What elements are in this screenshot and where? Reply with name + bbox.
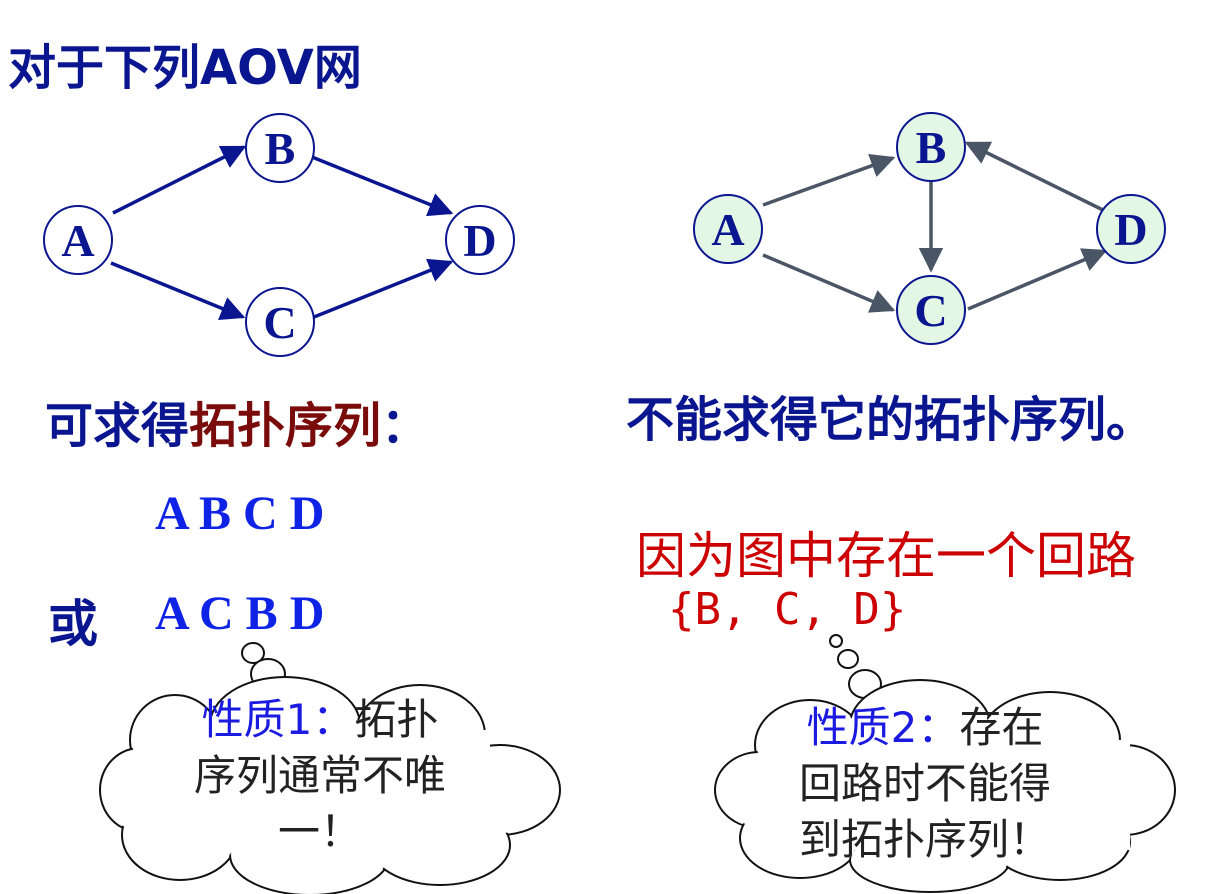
edge-d-b-right — [964, 141, 1104, 212]
cycle-reason: 因为图中存在一个回路 — [636, 527, 1136, 585]
caption-suffix: ： — [381, 398, 430, 454]
edge-a-b — [112, 145, 247, 215]
svg-text:A: A — [61, 215, 94, 266]
property-2-line-1: 性质2：存在 — [760, 700, 1090, 756]
caption-highlight: 拓扑序列 — [189, 398, 382, 454]
property-2-tag: 性质2： — [806, 703, 960, 752]
svg-text:D: D — [1114, 204, 1147, 255]
edge-a-c — [110, 261, 246, 320]
node-b-right: B — [896, 112, 966, 182]
svg-text:C: C — [263, 297, 296, 348]
edge-c-d-right — [967, 248, 1108, 311]
node-c-right: C — [896, 275, 966, 345]
right-caption: 不能求得它的拓扑序列。 — [626, 392, 1155, 448]
property-2-line-2: 回路时不能得 — [798, 759, 1051, 808]
node-d-right: D — [1096, 194, 1166, 264]
node-a-right: A — [693, 194, 763, 264]
topological-sequence-1: A B C D — [155, 487, 325, 540]
property-1-text-1: 拓扑 — [354, 695, 439, 744]
right-graph: A B C D — [693, 112, 1166, 345]
caption-prefix: 可求得 — [45, 398, 190, 454]
cycle-set: {B, C, D} — [668, 584, 907, 635]
svg-text:B: B — [265, 123, 296, 174]
property-1-line-1: 性质1：拓扑 — [160, 692, 480, 748]
node-d: D — [445, 205, 515, 275]
property-1-line-3: 一！ — [277, 807, 362, 856]
property-1-tag: 性质1： — [201, 695, 355, 744]
node-b: B — [245, 113, 315, 183]
edge-b-d — [311, 155, 454, 217]
left-caption: 可求得拓扑序列： — [45, 386, 429, 456]
node-a: A — [43, 205, 113, 275]
edge-a-b-right — [762, 153, 896, 207]
topological-sequence-2: A C B D — [155, 587, 325, 640]
svg-text:C: C — [914, 285, 947, 336]
edge-c-d — [313, 258, 454, 319]
property-2-text-1: 存在 — [959, 703, 1044, 752]
svg-text:A: A — [711, 204, 744, 255]
property-1-note: 性质1：拓扑 序列通常不唯 一！ — [160, 692, 480, 860]
svg-text:B: B — [916, 122, 947, 173]
property-1-line-2: 序列通常不唯 — [193, 751, 446, 800]
left-graph: A B C D — [43, 113, 515, 357]
property-2-line-3: 到拓扑序列！ — [798, 815, 1051, 864]
node-c: C — [245, 287, 315, 357]
edge-a-c-right — [762, 253, 896, 313]
svg-text:D: D — [463, 215, 496, 266]
or-label: 或 — [48, 595, 98, 653]
property-2-note: 性质2：存在 回路时不能得 到拓扑序列！ — [760, 700, 1090, 868]
